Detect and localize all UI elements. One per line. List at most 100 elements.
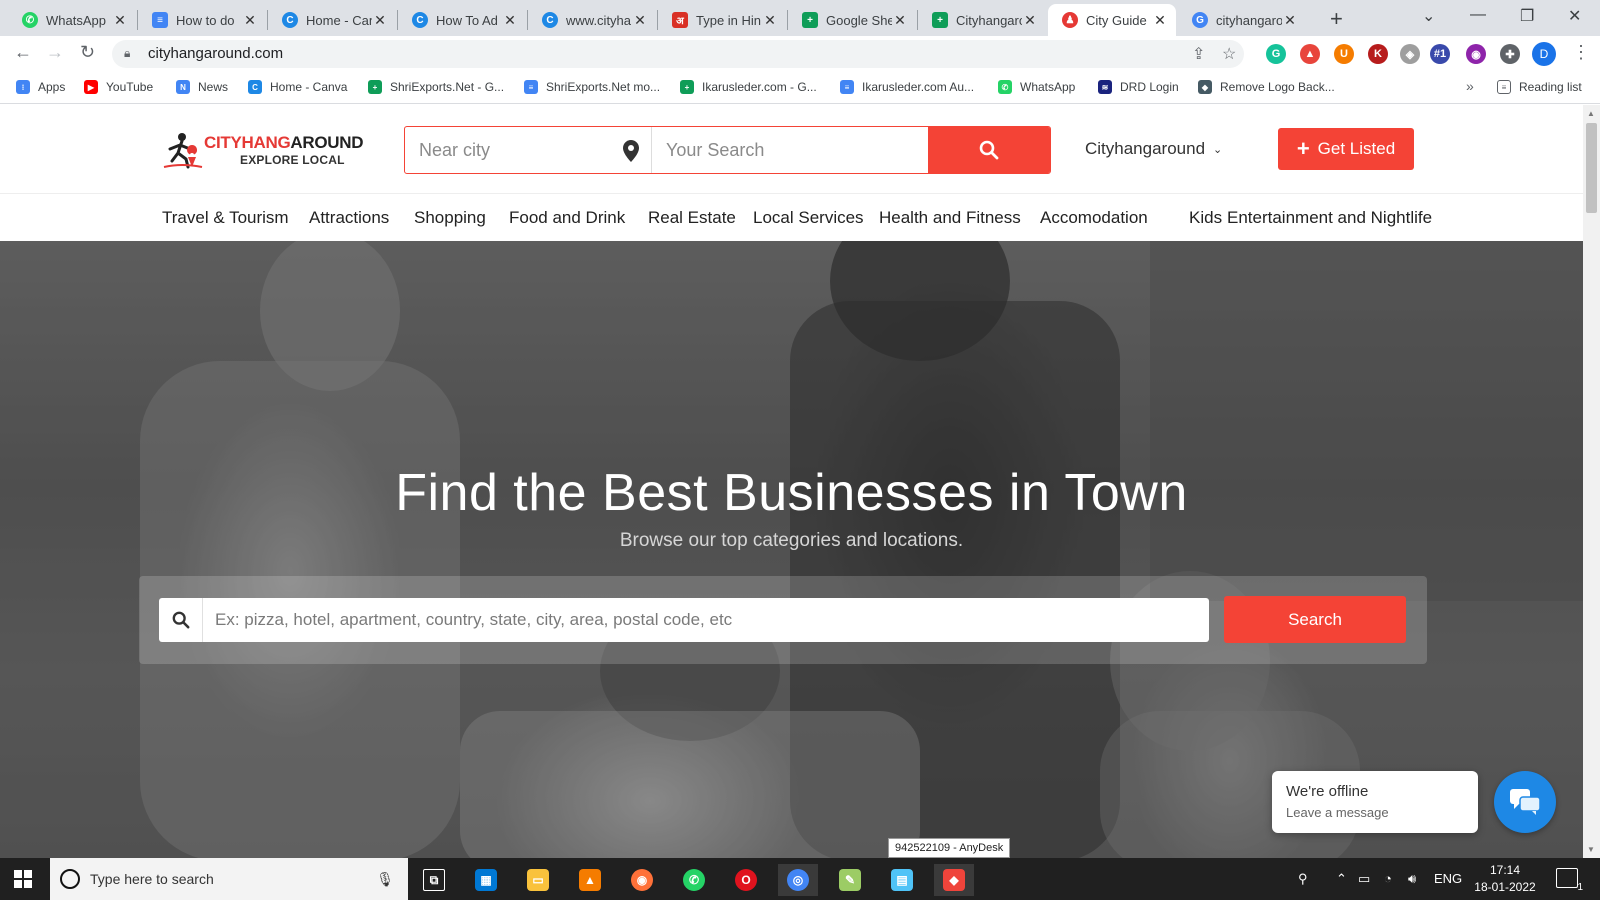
browser-tab[interactable]: + Cityhangaro ✕	[918, 4, 1046, 36]
k-ext-icon[interactable]: K	[1368, 44, 1388, 64]
tab-close-icon[interactable]: ✕	[112, 12, 128, 29]
category-nav-item[interactable]: Local Services	[753, 208, 864, 228]
category-nav-item[interactable]: Kids	[1189, 208, 1222, 228]
grammarly-icon[interactable]: G	[1266, 44, 1286, 64]
browser-tab[interactable]: C Home - Can ✕	[268, 4, 396, 36]
tab-close-icon[interactable]: ✕	[632, 12, 648, 29]
wifi-icon[interactable]: ◔	[1384, 871, 1392, 886]
browser-tab[interactable]: C How To Ad ✕	[398, 4, 526, 36]
reading-list[interactable]: ≡ Reading list	[1497, 80, 1582, 94]
notification-center-icon[interactable]: 1	[1556, 868, 1583, 893]
tab-close-icon[interactable]: ✕	[1152, 12, 1168, 29]
taskbar-app[interactable]: O	[726, 864, 766, 896]
taskbar-app[interactable]: ⧉	[414, 864, 454, 896]
scrollbar-thumb[interactable]	[1586, 123, 1597, 213]
back-arrow-icon[interactable]: ←	[14, 42, 32, 63]
drive-ext-icon[interactable]: ▲	[1300, 44, 1320, 64]
taskbar-app[interactable]: ◎	[778, 864, 818, 896]
bookmarks-overflow-icon[interactable]: »	[1466, 78, 1474, 94]
bookmark-item[interactable]: ≡ Ikarusleder.com Au...	[840, 80, 974, 94]
bookmark-item[interactable]: C Home - Canva	[248, 80, 347, 94]
page-scrollbar[interactable]: ▲ ▼	[1583, 105, 1600, 858]
ublock-icon[interactable]: U	[1334, 44, 1354, 64]
language-indicator[interactable]: ENG	[1434, 871, 1462, 886]
forward-arrow-icon[interactable]: →	[46, 42, 64, 63]
puzzle-icon[interactable]: ✚	[1500, 44, 1520, 64]
taskbar-app[interactable]: ◉	[622, 864, 662, 896]
windows-start-icon[interactable]	[14, 870, 32, 888]
reload-icon[interactable]: ↻	[80, 42, 95, 63]
color-ext-icon[interactable]: ◉	[1466, 44, 1486, 64]
tab-close-icon[interactable]: ✕	[892, 12, 908, 29]
system-clock[interactable]: 17:14 18-01-2022	[1470, 862, 1540, 896]
browser-menu-icon[interactable]: ⋮	[1572, 42, 1590, 63]
bookmark-item[interactable]: ≋ DRD Login	[1098, 80, 1179, 94]
bookmark-item[interactable]: ▶ YouTube	[84, 80, 153, 94]
new-tab-plus-icon[interactable]: +	[1330, 6, 1343, 32]
share-icon[interactable]: ⇪	[1192, 44, 1205, 64]
people-icon[interactable]: ⚲	[1298, 871, 1308, 887]
site-logo[interactable]: CITYHANGAROUND EXPLORE LOCAL	[162, 127, 364, 173]
city-dropdown[interactable]: Cityhangaround ⌄	[1085, 139, 1222, 159]
taskbar-search[interactable]: Type here to search 🎙︎	[50, 858, 408, 900]
bookmark-item[interactable]: ≡ ShriExports.Net mo...	[524, 80, 660, 94]
header-search-button[interactable]	[928, 127, 1050, 173]
location-pin-icon[interactable]	[623, 140, 639, 162]
tab-close-icon[interactable]: ✕	[1022, 12, 1038, 29]
browser-tab[interactable]: ≡ How to do ✕	[138, 4, 266, 36]
taskbar-app[interactable]: ▦	[466, 864, 506, 896]
browser-tab[interactable]: Gcityhangaro ✕	[1178, 4, 1306, 36]
address-bar[interactable]: 🔒︎ cityhangaround.com ⇪ ☆	[112, 40, 1244, 68]
taskbar-app[interactable]: ▲	[570, 864, 610, 896]
category-nav-item[interactable]: Shopping	[414, 208, 486, 228]
tab-close-icon[interactable]: ✕	[502, 12, 518, 29]
profile-avatar[interactable]: D	[1532, 42, 1556, 66]
restore-icon[interactable]: ❐	[1520, 6, 1534, 26]
minimize-icon[interactable]: —	[1470, 6, 1486, 24]
category-nav-item[interactable]: Health and Fitness	[879, 208, 1021, 228]
shield-ext-icon[interactable]: ◈	[1400, 44, 1420, 64]
taskbar-app[interactable]: ▭	[518, 864, 558, 896]
category-nav-item[interactable]: Accomodation	[1040, 208, 1148, 228]
hero-search-button[interactable]: Search	[1224, 596, 1406, 643]
taskbar-app[interactable]: ✎	[830, 864, 870, 896]
close-window-icon[interactable]: ✕	[1568, 6, 1581, 26]
scroll-down-icon[interactable]: ▼	[1587, 845, 1595, 854]
url-text[interactable]: cityhangaround.com	[148, 45, 283, 62]
near-city-input[interactable]	[405, 127, 651, 173]
taskbar-app[interactable]: ◆	[934, 864, 974, 896]
bookmark-item[interactable]: ◆ Remove Logo Back...	[1198, 80, 1335, 94]
your-search-input[interactable]	[652, 127, 928, 173]
bookmark-item[interactable]: ✆ WhatsApp	[998, 80, 1075, 94]
tab-close-icon[interactable]: ✕	[242, 12, 258, 29]
tab-close-icon[interactable]: ✕	[1282, 12, 1298, 29]
chat-launcher-button[interactable]	[1494, 771, 1556, 833]
get-listed-button[interactable]: + Get Listed	[1278, 128, 1414, 170]
taskbar-app[interactable]: ✆	[674, 864, 714, 896]
browser-tab[interactable]: Cwww.cityha ✕	[528, 4, 656, 36]
bookmark-item[interactable]: + ShriExports.Net - G...	[368, 80, 504, 94]
browser-tab[interactable]: + Google She ✕	[788, 4, 916, 36]
chat-offline-bubble[interactable]: We're offline Leave a message	[1272, 771, 1478, 833]
tab-close-icon[interactable]: ✕	[762, 12, 778, 29]
hero-search-input[interactable]	[215, 598, 1195, 642]
category-nav-item[interactable]: Attractions	[309, 208, 389, 228]
category-nav-item[interactable]: Travel & Tourism	[162, 208, 289, 228]
bookmark-item[interactable]: N News	[176, 80, 228, 94]
battery-icon[interactable]: ▭	[1358, 871, 1370, 887]
category-nav-item[interactable]: Real Estate	[648, 208, 736, 228]
category-nav-item[interactable]: Food and Drink	[509, 208, 625, 228]
bookmark-star-icon[interactable]: ☆	[1222, 44, 1236, 64]
category-nav-item[interactable]: Entertainment and Nightlife	[1227, 208, 1432, 228]
tray-chevron-icon[interactable]: ⌃	[1336, 871, 1347, 887]
tab-search-chevron-icon[interactable]: ⌄	[1422, 6, 1435, 26]
tab-close-icon[interactable]: ✕	[372, 12, 388, 29]
taskbar-app[interactable]: ▤	[882, 864, 922, 896]
microphone-icon[interactable]: 🎙︎	[376, 871, 394, 888]
bookmark-item[interactable]: ⁝ Apps	[16, 80, 65, 94]
volume-icon[interactable]: 🔊︎	[1408, 871, 1416, 887]
rank-ext-icon[interactable]: #1	[1430, 44, 1450, 64]
browser-tab[interactable]: ♟ City Guide ✕	[1048, 4, 1176, 36]
scroll-up-icon[interactable]: ▲	[1587, 109, 1595, 118]
browser-tab[interactable]: अ Type in Hin ✕	[658, 4, 786, 36]
